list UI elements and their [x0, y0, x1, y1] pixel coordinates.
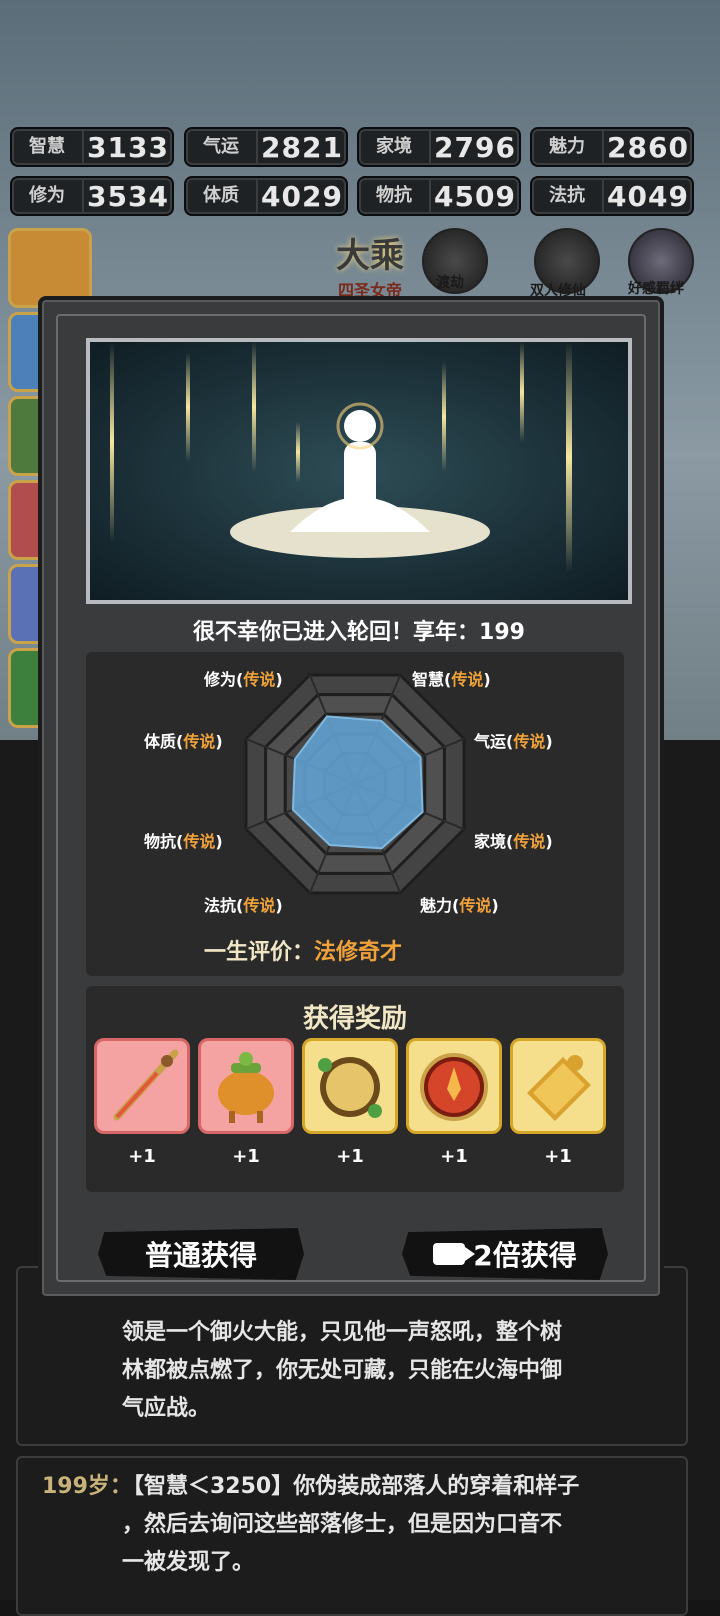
stat-constitution: 体质 4029: [184, 176, 348, 216]
stat-luck: 气运 2821: [184, 127, 348, 167]
reward-flame-sword[interactable]: [94, 1038, 190, 1134]
radar-panel: 修为(传说) 智慧(传说) 体质(传说) 气运(传说) 物抗(传说) 家境(传说…: [86, 652, 624, 976]
radar-label-family: 家境(传说): [474, 832, 553, 851]
log-entry: 199岁： 【智慧＜3250】你伪装成部落人的穿着和样子 ，然后去询问这些部落修…: [16, 1456, 688, 1616]
radar-label-luck: 气运(传说): [474, 732, 553, 751]
stat-physical-resist: 物抗 4509: [357, 176, 521, 216]
radar-label-physical-resist: 物抗(传说): [144, 832, 223, 851]
evaluation-label: 一生评价：: [204, 940, 315, 965]
attribute-radar-chart: [244, 673, 466, 895]
flame-sword-icon: [113, 1049, 179, 1121]
radar-label-cultivation: 修为(传说): [204, 670, 283, 689]
reward-panel: 获得奖励 +1 +1 +1 +1 +1: [86, 986, 624, 1192]
fire-orb-icon: [420, 1053, 488, 1121]
stat-label: 智慧: [12, 129, 84, 165]
log-line: 气应战。: [122, 1396, 211, 1421]
reward-fire-orb[interactable]: [406, 1038, 502, 1134]
stat-label: 魅力: [532, 129, 604, 165]
stat-label: 气运: [186, 129, 258, 165]
stat-cultivation: 修为 3534: [10, 176, 174, 216]
log-line: 领是一个御火大能，只见他一声怒吼，整个树: [122, 1320, 563, 1345]
evaluation-value: 法修奇才: [314, 940, 403, 965]
cauldron-icon: [218, 1052, 274, 1123]
stat-value: 4509: [434, 179, 516, 213]
stat-wisdom: 智慧 3133: [10, 127, 174, 167]
normal-claim-button[interactable]: 普通获得: [98, 1228, 304, 1280]
top-icon-label: 渡劫: [436, 275, 464, 291]
stat-family: 家境 2796: [357, 127, 521, 167]
log-line: 一被发现了。: [122, 1550, 255, 1575]
stat-magic-resist: 法抗 4049: [530, 176, 694, 216]
gold-token-icon: [527, 1055, 591, 1121]
reward-count: +1: [336, 1146, 364, 1167]
reward-jade-cauldron[interactable]: [198, 1038, 294, 1134]
stat-label: 家境: [359, 129, 431, 165]
reward-count: +1: [544, 1146, 572, 1167]
stat-charm: 魅力 2860: [530, 127, 694, 167]
reward-jade-mirror[interactable]: [302, 1038, 398, 1134]
radar-label-magic-resist: 法抗(传说): [204, 896, 283, 915]
fate-text: 很不幸你已进入轮回！享年：199: [193, 620, 525, 645]
double-claim-label: 2倍获得: [473, 1239, 577, 1272]
reward-count: +1: [128, 1146, 156, 1167]
video-camera-icon: [433, 1243, 476, 1265]
reward-count: +1: [440, 1146, 468, 1167]
radar-label-constitution: 体质(传说): [144, 732, 223, 751]
log-line: 【智慧＜3250】你伪装成部落人的穿着和样子: [122, 1474, 580, 1499]
stat-label: 法抗: [532, 178, 604, 214]
meditation-scene-image: [86, 338, 632, 604]
stat-value: 2821: [261, 130, 343, 164]
stat-value: 3534: [87, 179, 169, 213]
log-line: 林都被点燃了，你无处可藏，只能在火海中御: [122, 1358, 563, 1383]
reincarnation-dialog: 很不幸你已进入轮回！享年：199 修为(传说) 智慧(传说) 体质(传说) 气运…: [38, 296, 664, 1300]
stat-label: 修为: [12, 178, 84, 214]
radar-label-charm: 魅力(传说): [420, 896, 499, 915]
radar-label-wisdom: 智慧(传说): [412, 670, 491, 689]
stat-value: 2860: [607, 130, 689, 164]
life-evaluation: 一生评价：法修奇才: [204, 934, 402, 966]
reward-count: +1: [232, 1146, 260, 1167]
stat-value: 4049: [607, 179, 689, 213]
log-age: 199岁：: [42, 1474, 132, 1499]
log-line: ，然后去询问这些部落修士，但是因为口音不: [122, 1512, 563, 1537]
stat-value: 3133: [87, 130, 169, 164]
meditating-figure-icon: [230, 402, 490, 558]
stat-label: 体质: [186, 178, 258, 214]
reward-title: 获得奖励: [302, 1004, 407, 1034]
stat-value: 4029: [261, 179, 343, 213]
mirror-icon: [318, 1057, 382, 1118]
stat-label: 物抗: [359, 178, 431, 214]
double-claim-button[interactable]: 2倍获得: [402, 1228, 608, 1280]
top-icon-label: 好感羁绊: [628, 281, 684, 297]
stat-value: 2796: [434, 130, 516, 164]
reward-gold-token[interactable]: [510, 1038, 606, 1134]
normal-claim-label: 普通获得: [144, 1239, 257, 1272]
